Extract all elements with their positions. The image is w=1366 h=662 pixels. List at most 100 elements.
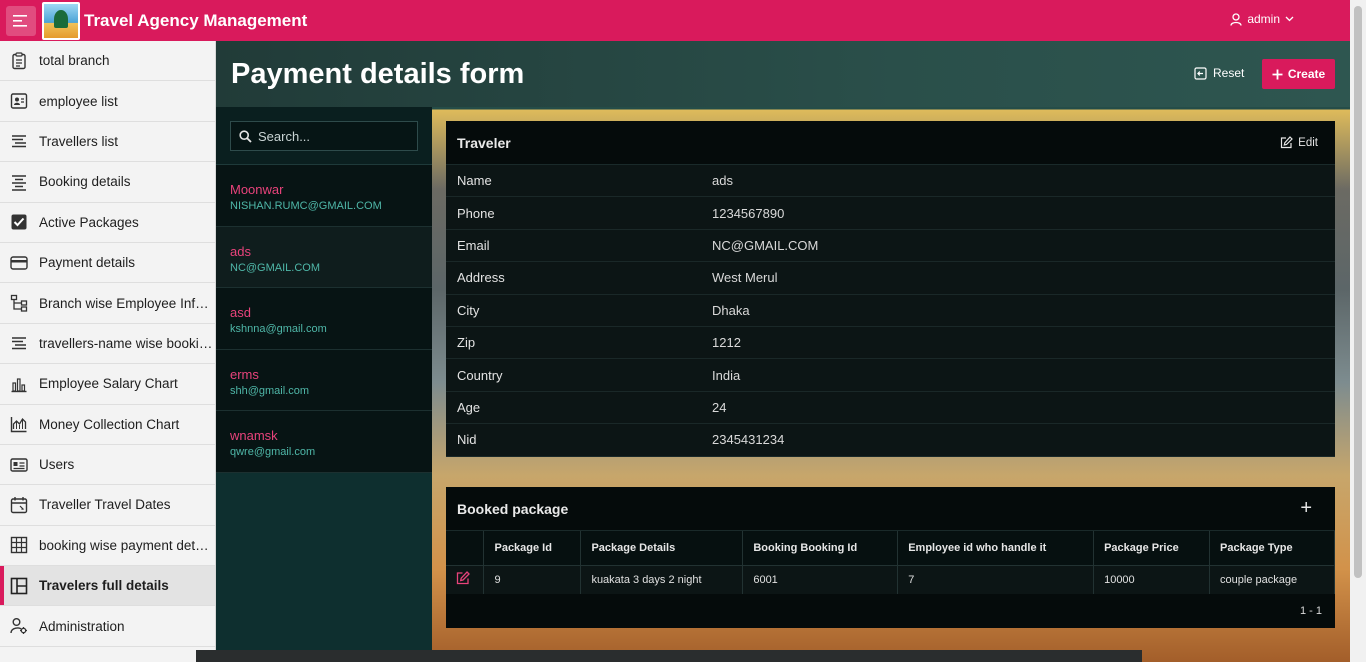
add-package-button[interactable]: +	[1300, 497, 1312, 520]
reset-button[interactable]: Reset	[1194, 66, 1244, 80]
sidebar-item-branch-wise-employee-inform[interactable]: Branch wise Employee Inform...	[0, 283, 215, 324]
username-label: admin	[1247, 12, 1280, 26]
pagination-info: 1 - 1	[1299, 605, 1322, 617]
sidebar-item-label: Branch wise Employee Inform...	[39, 295, 214, 311]
sidebar-item-travellers-name-wise-booking[interactable]: travellers-name wise booking ...	[0, 324, 215, 365]
field-row-address: Address West Merul	[446, 262, 1335, 295]
edit-row-icon[interactable]	[456, 571, 470, 585]
sidebar: total branch employee list Travellers list…	[0, 41, 216, 662]
booked-package-header: Booked package +	[446, 487, 1335, 531]
sidebar-item-label: Users	[39, 457, 75, 473]
sidebar-item-employee-list[interactable]: employee list	[0, 81, 215, 122]
field-label: Age	[457, 399, 481, 415]
edit-button[interactable]: Edit	[1280, 136, 1318, 149]
field-row-zip: Zip 1212	[446, 326, 1335, 360]
table-header-cell[interactable]: Package Price	[1093, 531, 1211, 566]
page-title: Payment details form	[231, 58, 525, 90]
field-value: 2345431234	[712, 432, 785, 448]
table-icon	[10, 536, 28, 554]
top-bar: Travel Agency Management admin	[0, 0, 1350, 41]
table-header-row: Package Id Package Details Booking Booking…	[446, 531, 1335, 566]
table-body: 9 kuakata 3 days 2 night 6001 7 10000 couple …	[446, 565, 1335, 594]
sidebar-item-employee-salary-chart[interactable]: Employee Salary Chart	[0, 364, 215, 405]
sidebar-item-label: Travellers list	[39, 133, 119, 149]
field-label: Nid	[457, 432, 477, 448]
id-card-icon	[10, 456, 28, 474]
reset-label: Reset	[1213, 66, 1245, 80]
field-value: 1234567890	[712, 205, 785, 221]
sidebar-item-traveller-travel-dates[interactable]: Traveller Travel Dates	[0, 485, 215, 526]
table-header-cell[interactable]: Booking Booking Id	[742, 531, 899, 566]
sidebar-item-payment-details[interactable]: Payment details	[0, 243, 215, 284]
user-gear-icon	[10, 617, 28, 635]
table-cell: couple package	[1209, 565, 1335, 594]
sidebar-item-administration[interactable]: Administration	[0, 606, 215, 647]
sidebar-item-label: total branch	[39, 53, 110, 69]
list-item[interactable]: wnamsk qwre@gmail.com	[216, 411, 432, 473]
app-title: Travel Agency Management	[84, 10, 308, 30]
table-cell: 7	[897, 565, 1095, 594]
sidebar-item-users[interactable]: Users	[0, 445, 215, 486]
scrollbar-thumb[interactable]	[1354, 6, 1362, 578]
field-label: Phone	[457, 205, 495, 221]
area-chart-icon	[10, 415, 28, 433]
traveler-card-header: Traveler Edit	[446, 121, 1335, 165]
search-input[interactable]	[258, 128, 408, 144]
field-value: ads	[712, 173, 733, 189]
list-item[interactable]: erms shh@gmail.com	[216, 349, 432, 411]
table-row[interactable]: 9 kuakata 3 days 2 night 6001 7 10000 couple …	[446, 565, 1335, 594]
sidebar-item-travelers-full-details[interactable]: Travelers full details	[0, 566, 215, 607]
sidebar-item-label: Payment details	[39, 255, 136, 271]
table-header-cell[interactable]: Package Type	[1209, 531, 1335, 566]
table-cell: 6001	[742, 565, 899, 594]
list-item[interactable]: ads NC@GMAIL.COM	[216, 226, 432, 288]
app-logo	[42, 1, 80, 40]
field-row-city: City Dhaka	[446, 294, 1335, 327]
record-name: asd	[230, 305, 251, 320]
sidebar-item-label: travellers-name wise booking ...	[39, 335, 214, 351]
field-value: West Merul	[712, 270, 778, 286]
table-header-cell[interactable]: Employee id who handle it	[897, 531, 1095, 566]
list-item[interactable]: Moonwar NISHAN.RUMC@GMAIL.COM	[216, 165, 432, 227]
hamburger-menu-button[interactable]	[6, 5, 36, 36]
contact-card-icon	[10, 92, 28, 110]
search-icon	[239, 129, 252, 143]
list-lines-icon	[10, 132, 28, 150]
checkbox-icon	[10, 213, 28, 231]
list-item[interactable]: asd kshnna@gmail.com	[216, 288, 432, 350]
row-edit-cell[interactable]	[446, 565, 485, 594]
search-box[interactable]	[230, 121, 418, 151]
sidebar-item-label: Money Collection Chart	[39, 416, 180, 432]
record-name: ads	[230, 243, 251, 259]
table-header-cell[interactable]: Package Details	[580, 531, 744, 566]
booked-package-table: Package Id Package Details Booking Booking…	[446, 531, 1335, 594]
chevron-down-icon	[1285, 16, 1294, 22]
table-header-cell[interactable]: Package Id	[483, 531, 582, 566]
field-label: Country	[457, 367, 503, 383]
sidebar-item-total-branch[interactable]: total branch	[0, 41, 215, 82]
user-icon	[1230, 12, 1242, 26]
sidebar-item-booking-wise-payment-details[interactable]: booking wise payment details	[0, 526, 215, 567]
sidebar-item-booking-details[interactable]: Booking details	[0, 162, 215, 203]
sidebar-item-active-packages[interactable]: Active Packages	[0, 203, 215, 243]
booked-package-title: Booked package	[457, 500, 569, 517]
bar-chart-icon	[10, 375, 28, 393]
sidebar-item-label: employee list	[39, 93, 118, 109]
sidebar-item-label: Administration	[39, 618, 125, 634]
record-email: qwre@gmail.com	[230, 446, 316, 458]
edit-label: Edit	[1298, 136, 1318, 149]
record-list: Moonwar NISHAN.RUMC@GMAIL.COM ads NC@GMAIL.…	[216, 165, 432, 473]
sidebar-item-travellers-list[interactable]: Travellers list	[0, 122, 215, 163]
vertical-scrollbar[interactable]	[1350, 0, 1366, 662]
sidebar-item-money-collection-chart[interactable]: Money Collection Chart	[0, 405, 215, 445]
sidebar-item-label: Travelers full details	[39, 578, 169, 594]
sidebar-item-label: Booking details	[39, 174, 131, 190]
sidebar-item-label: booking wise payment details	[39, 537, 214, 553]
create-button[interactable]: Create	[1262, 59, 1335, 89]
create-label: Create	[1287, 67, 1326, 81]
sidebar-item-label: Active Packages	[39, 214, 139, 230]
table-cell: 9	[483, 565, 582, 594]
hierarchy-icon	[10, 294, 28, 312]
record-email: kshnna@gmail.com	[230, 323, 327, 335]
user-menu[interactable]: admin	[1230, 12, 1294, 26]
